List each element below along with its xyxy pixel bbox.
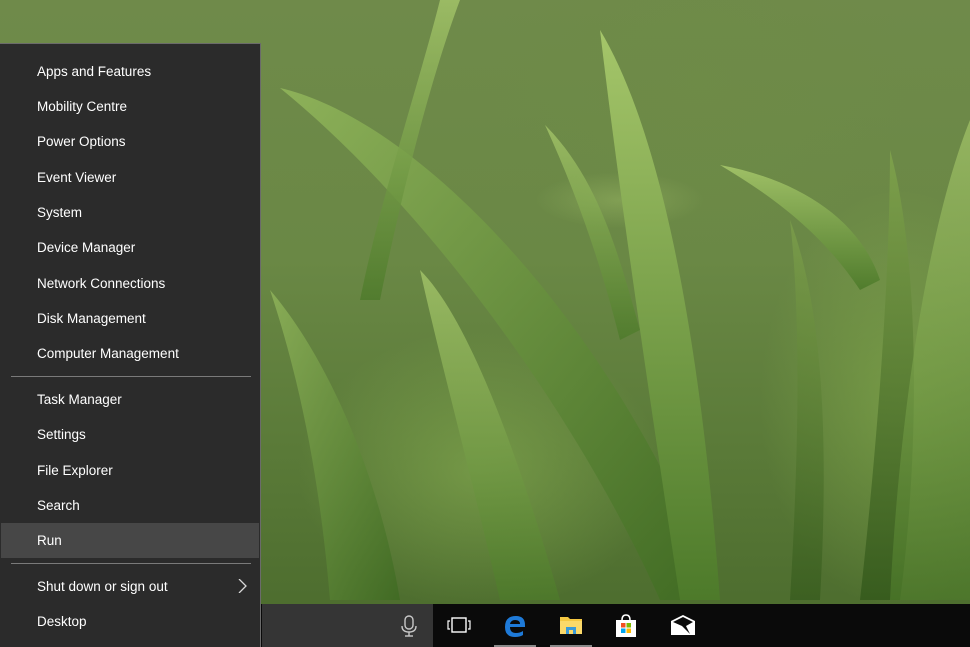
- menu-separator: [11, 563, 251, 564]
- menu-item-run[interactable]: Run: [1, 523, 259, 558]
- taskbar-search-box[interactable]: [262, 604, 433, 647]
- menu-item-label: Disk Management: [37, 311, 146, 326]
- menu-item-label: Desktop: [37, 614, 87, 629]
- menu-item-label: Search: [37, 498, 80, 513]
- menu-item-computer-management[interactable]: Computer Management: [1, 336, 259, 371]
- menu-item-label: System: [37, 205, 83, 220]
- menu-item-label: Device Manager: [37, 240, 136, 255]
- store-bag-icon: [616, 614, 636, 637]
- edge-taskbar-button[interactable]: [490, 604, 540, 647]
- folder-icon: [560, 617, 582, 634]
- mail-icon: [671, 615, 695, 635]
- menu-item-label: Event Viewer: [37, 170, 117, 185]
- menu-item-system[interactable]: System: [1, 195, 259, 230]
- menu-item-file-explorer[interactable]: File Explorer: [1, 453, 259, 488]
- mail-taskbar-button[interactable]: [657, 604, 707, 647]
- menu-item-label: Mobility Centre: [37, 99, 128, 114]
- menu-item-label: Task Manager: [37, 392, 122, 407]
- menu-item-power-options[interactable]: Power Options: [1, 124, 259, 159]
- menu-item-search[interactable]: Search: [1, 488, 259, 523]
- task-view-button[interactable]: [434, 604, 484, 647]
- menu-item-mobility-centre[interactable]: Mobility Centre: [1, 89, 259, 124]
- menu-item-label: Computer Management: [37, 346, 179, 361]
- menu-item-label: Power Options: [37, 134, 126, 149]
- menu-item-event-viewer[interactable]: Event Viewer: [1, 160, 259, 195]
- menu-item-label: Apps and Features: [37, 64, 152, 79]
- menu-item-label: Network Connections: [37, 276, 166, 291]
- menu-item-device-manager[interactable]: Device Manager: [1, 230, 259, 265]
- menu-item-apps-and-features[interactable]: Apps and Features: [1, 54, 259, 89]
- task-view-icon: [447, 617, 471, 633]
- winx-power-user-menu: Apps and Features Mobility Centre Power …: [0, 43, 261, 647]
- microphone-icon[interactable]: [400, 615, 418, 637]
- menu-item-desktop[interactable]: Desktop: [1, 604, 259, 639]
- menu-item-disk-management[interactable]: Disk Management: [1, 301, 259, 336]
- menu-item-task-manager[interactable]: Task Manager: [1, 382, 259, 417]
- menu-item-shut-down-or-sign-out[interactable]: Shut down or sign out: [1, 569, 259, 604]
- menu-item-settings[interactable]: Settings: [1, 417, 259, 452]
- menu-item-label: Shut down or sign out: [37, 579, 168, 594]
- menu-separator: [11, 376, 251, 377]
- menu-item-label: Run: [37, 533, 62, 548]
- menu-item-network-connections[interactable]: Network Connections: [1, 266, 259, 301]
- file-explorer-taskbar-button[interactable]: [546, 604, 596, 647]
- chevron-right-icon: [238, 579, 247, 593]
- edge-icon: [505, 616, 525, 637]
- menu-item-label: File Explorer: [37, 463, 113, 478]
- taskbar: [261, 604, 970, 647]
- menu-item-label: Settings: [37, 427, 86, 442]
- store-taskbar-button[interactable]: [601, 604, 651, 647]
